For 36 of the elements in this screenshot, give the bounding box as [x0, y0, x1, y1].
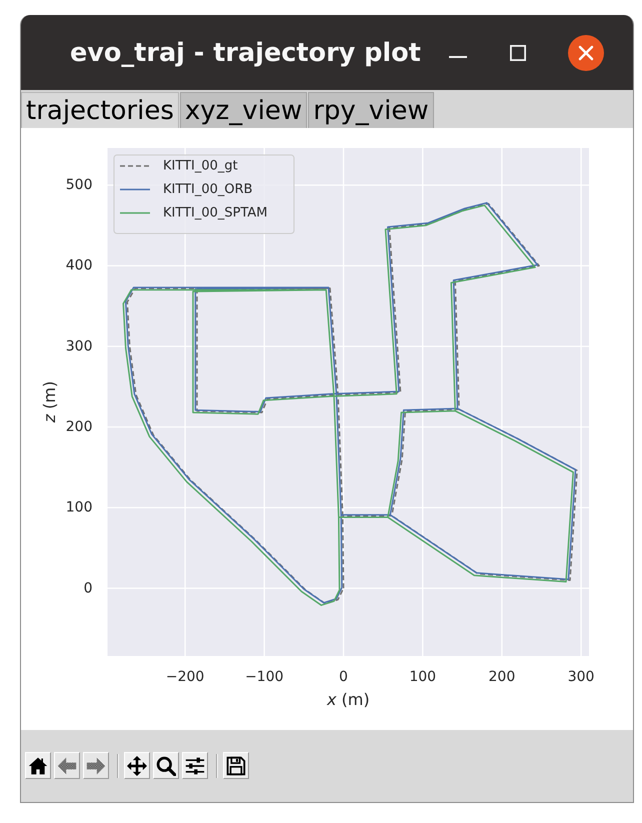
- sliders-icon: [185, 756, 205, 776]
- x-axis-label: x (m): [326, 690, 370, 710]
- home-button[interactable]: [25, 752, 51, 779]
- x-tick-label: 200: [488, 669, 516, 685]
- close-button[interactable]: [568, 34, 604, 70]
- tab[interactable]: rpy_view: [308, 92, 434, 128]
- y-tick-label: 500: [66, 177, 92, 194]
- legend-label: KITTI_00_gt: [163, 158, 238, 174]
- maximize-icon: [510, 44, 526, 60]
- y-tick-label: 400: [66, 258, 92, 274]
- configure-button[interactable]: [182, 752, 208, 779]
- tab[interactable]: xyz_view: [180, 92, 308, 128]
- right-arrow-icon: [86, 756, 106, 776]
- legend-label: KITTI_00_SPTAM: [163, 206, 268, 220]
- pan-button[interactable]: [124, 752, 150, 779]
- x-tick-label: 100: [409, 669, 436, 685]
- left-arrow-icon: [57, 756, 77, 776]
- y-axis-label: z (m): [40, 381, 58, 423]
- y-tick-label: 200: [66, 419, 92, 435]
- y-tick-label: 300: [66, 338, 92, 354]
- x-tick-label: 0: [339, 669, 348, 685]
- zoom-button[interactable]: [153, 752, 179, 779]
- y-tick-label: 100: [66, 500, 92, 516]
- tab[interactable]: trajectories: [21, 92, 179, 128]
- home-icon: [28, 756, 48, 776]
- x-tick-label: −200: [166, 669, 204, 685]
- x-tick-label: 300: [568, 669, 594, 685]
- four-way-arrow-icon: [127, 756, 147, 776]
- magnifier-icon: [156, 756, 176, 776]
- close-icon: [568, 34, 604, 70]
- legend-label: KITTI_00_ORB: [163, 182, 253, 197]
- minimize-icon: [449, 56, 467, 58]
- y-tick-label: 0: [84, 580, 92, 596]
- x-tick-label: −100: [245, 669, 284, 685]
- save-button[interactable]: [223, 752, 249, 779]
- window-title: evo_traj - trajectory plot: [70, 38, 421, 68]
